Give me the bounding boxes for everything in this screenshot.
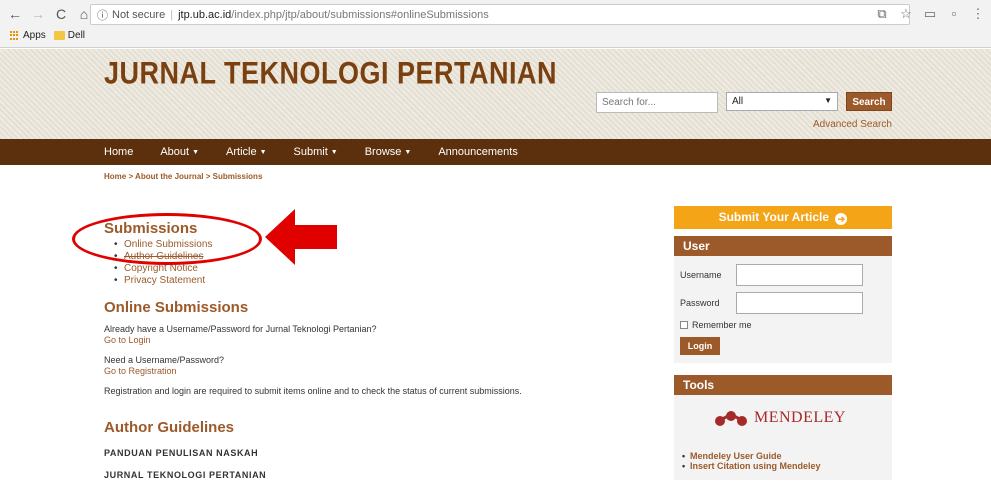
insert-citation-link[interactable]: Insert Citation using Mendeley bbox=[682, 461, 821, 471]
annotation-arrow-icon bbox=[265, 209, 337, 265]
tool-links: Mendeley User Guide Insert Citation usin… bbox=[682, 451, 821, 471]
login-prompt-text: Already have a Username/Password for Jur… bbox=[104, 324, 377, 334]
browser-actions: ⧉ ☆ ▭ ▫ ⋮ bbox=[875, 6, 985, 22]
guideline-line: JURNAL TEKNOLOGI PERTANIAN bbox=[104, 470, 267, 480]
arrow-right-circle-icon: ➔ bbox=[835, 213, 848, 225]
login-panel: Username Password Remember me Login bbox=[674, 256, 892, 363]
forward-icon[interactable]: → bbox=[31, 7, 45, 21]
remember-me-checkbox[interactable] bbox=[680, 321, 688, 329]
bookmark-label: Dell bbox=[67, 30, 86, 41]
reload-icon[interactable]: C bbox=[54, 7, 68, 21]
apps-grid-icon bbox=[10, 30, 20, 41]
search-input[interactable] bbox=[596, 92, 718, 113]
pdf-extension-icon[interactable]: ▫ bbox=[947, 6, 961, 22]
translate-icon[interactable]: ⧉ bbox=[875, 6, 889, 22]
bookmark-label: Apps bbox=[23, 30, 46, 41]
sidebar: Submit Your Article ➔ User Username Pass… bbox=[674, 206, 892, 480]
remember-me-label[interactable]: Remember me bbox=[692, 320, 752, 330]
password-field[interactable] bbox=[736, 292, 863, 314]
password-row: Password bbox=[680, 292, 886, 314]
tools-panel-heading: Tools bbox=[674, 375, 892, 395]
chevron-down-icon: ▼ bbox=[824, 96, 832, 105]
nav-browse[interactable]: Browse ▼ bbox=[365, 146, 412, 158]
login-prompt: Already have a Username/Password for Jur… bbox=[104, 324, 664, 346]
bookmark-star-icon[interactable]: ☆ bbox=[899, 6, 913, 22]
username-row: Username bbox=[680, 264, 886, 286]
registration-note: Registration and login are required to s… bbox=[104, 386, 522, 396]
advanced-search-link[interactable]: Advanced Search bbox=[813, 119, 892, 130]
bookmark-dell[interactable]: Dell bbox=[53, 30, 86, 41]
remember-me-row: Remember me bbox=[680, 320, 886, 330]
online-submissions-heading: Online Submissions bbox=[104, 299, 249, 316]
menu-icon[interactable]: ⋮ bbox=[971, 6, 985, 22]
tools-panel: MENDELEY Mendeley User Guide Insert Cita… bbox=[674, 395, 892, 480]
security-label: Not secure bbox=[112, 8, 166, 21]
mendeley-user-guide-link[interactable]: Mendeley User Guide bbox=[682, 451, 821, 461]
browser-nav: ← → C ⌂ bbox=[8, 7, 91, 21]
address-separator: | bbox=[170, 8, 174, 21]
folder-icon bbox=[53, 31, 65, 40]
nav-home[interactable]: Home bbox=[104, 146, 133, 158]
annotation-oval bbox=[72, 213, 262, 265]
nav-announcements[interactable]: Announcements bbox=[438, 146, 518, 158]
username-field[interactable] bbox=[736, 264, 863, 286]
extension-icon[interactable]: ▭ bbox=[923, 6, 937, 22]
submit-article-button[interactable]: Submit Your Article ➔ bbox=[674, 206, 892, 229]
nav-article[interactable]: Article ▼ bbox=[226, 146, 267, 158]
search-scope-select[interactable]: All ▼ bbox=[726, 92, 838, 111]
chevron-down-icon: ▼ bbox=[259, 148, 267, 156]
address-bar[interactable]: ⓘ Not secure | jtp.ub.ac.id/index.php/jt… bbox=[90, 4, 910, 25]
info-icon[interactable]: ⓘ bbox=[97, 7, 108, 23]
go-to-login-link[interactable]: Go to Login bbox=[104, 335, 664, 346]
guideline-line: PANDUAN PENULISAN NASKAH bbox=[104, 448, 259, 458]
toc-privacy-statement[interactable]: Privacy Statement bbox=[114, 275, 664, 287]
bookmarks-bar: Apps Dell bbox=[10, 30, 85, 41]
mendeley-wordmark: MENDELEY bbox=[754, 409, 846, 426]
password-label: Password bbox=[680, 298, 720, 308]
search-button[interactable]: Search bbox=[846, 92, 892, 111]
search-scope-value: All bbox=[732, 96, 744, 107]
user-panel-heading: User bbox=[674, 236, 892, 256]
register-prompt: Need a Username/Password? Go to Registra… bbox=[104, 355, 664, 377]
main-nav: Home About ▼ Article ▼ Submit ▼ Browse ▼ Ann… bbox=[0, 139, 991, 165]
nav-about[interactable]: About ▼ bbox=[160, 146, 199, 158]
submit-article-label: Submit Your Article bbox=[718, 210, 830, 224]
chevron-down-icon: ▼ bbox=[330, 148, 338, 156]
browser-chrome: ← → C ⌂ ⓘ Not secure | jtp.ub.ac.id/inde… bbox=[0, 0, 991, 48]
login-button[interactable]: Login bbox=[680, 337, 720, 355]
go-to-registration-link[interactable]: Go to Registration bbox=[104, 366, 664, 377]
bookmark-apps[interactable]: Apps bbox=[10, 30, 46, 41]
author-guidelines-heading: Author Guidelines bbox=[104, 419, 235, 436]
username-label: Username bbox=[680, 270, 722, 280]
breadcrumb[interactable]: Home > About the Journal > Submissions bbox=[104, 172, 262, 181]
url-text[interactable]: jtp.ub.ac.id/index.php/jtp/about/submiss… bbox=[178, 9, 489, 21]
nav-submit[interactable]: Submit ▼ bbox=[294, 146, 338, 158]
mendeley-logo[interactable]: MENDELEY bbox=[714, 409, 846, 427]
toc-copyright-notice[interactable]: Copyright Notice bbox=[114, 263, 664, 275]
chevron-down-icon: ▼ bbox=[404, 148, 412, 156]
site-title[interactable]: JURNAL TEKNOLOGI PERTANIAN bbox=[104, 56, 557, 92]
home-icon[interactable]: ⌂ bbox=[77, 7, 91, 21]
site-header: JURNAL TEKNOLOGI PERTANIAN All ▼ Search … bbox=[0, 49, 991, 139]
chevron-down-icon: ▼ bbox=[192, 148, 200, 156]
mendeley-icon bbox=[715, 411, 747, 426]
register-prompt-text: Need a Username/Password? bbox=[104, 355, 225, 365]
back-icon[interactable]: ← bbox=[8, 7, 22, 21]
